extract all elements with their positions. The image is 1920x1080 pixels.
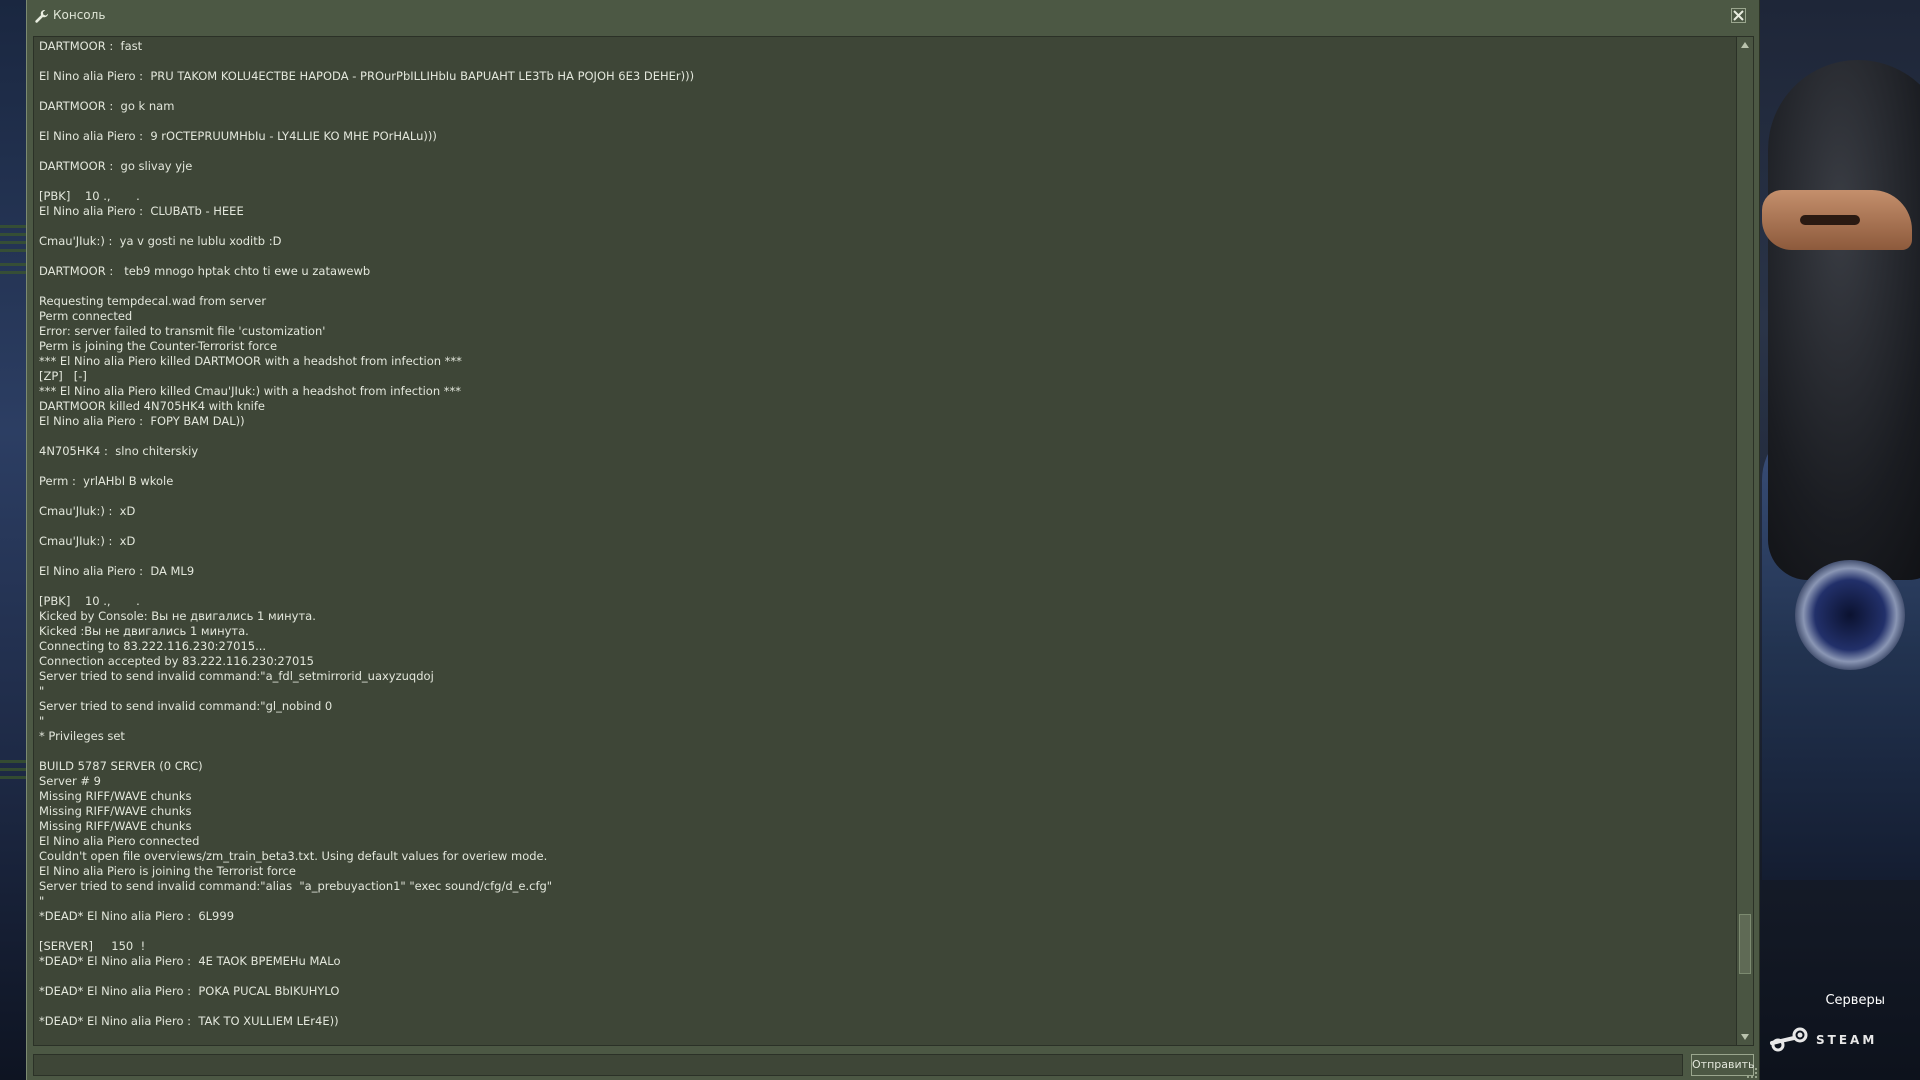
log-line: Kicked by Console: Вы не двигались 1 мин…: [39, 609, 316, 623]
steam-logo: STEAM: [1768, 1025, 1918, 1055]
log-line: ": [39, 714, 45, 728]
window-title: Консоль: [53, 8, 106, 22]
title-bar[interactable]: Консоль: [27, 0, 1759, 33]
command-input-box[interactable]: [33, 1054, 1683, 1076]
log-line: Cmau'JIuk:) : ya v gosti ne lublu xoditb…: [39, 234, 282, 248]
log-line: Cmau'JIuk:) : xD: [39, 534, 136, 548]
scrollbar[interactable]: [1736, 36, 1754, 1046]
close-button[interactable]: [1731, 8, 1746, 23]
log-line: DARTMOOR killed 4N705HK4 with knife: [39, 399, 265, 413]
log-line: *** El Nino alia Piero killed Cmau'JIuk:…: [39, 384, 462, 398]
shoulder-patch-art: [1795, 560, 1905, 670]
log-line: Cmau'JIuk:) : xD: [39, 504, 136, 518]
log-line: El Nino alia Piero : FOPY BAM DAL)): [39, 414, 245, 428]
resize-grip[interactable]: [1747, 1068, 1757, 1078]
console-log[interactable]: DARTMOOR : fast El Nino alia Piero : PRU …: [33, 36, 1736, 1046]
background-left: [0, 0, 26, 1080]
log-line: Connecting to 83.222.116.230:27015...: [39, 639, 267, 653]
console-window: Консоль DARTMOOR : fast El Nino alia Pier…: [26, 0, 1760, 1080]
log-line: [SERVER] 150 !: [39, 939, 146, 953]
log-line: 4N705HK4 : slno chiterskiy: [39, 444, 199, 458]
log-line: Couldn't open file overviews/zm_train_be…: [39, 849, 548, 863]
log-line: *DEAD* El Nino alia Piero : 4E TAOK BPEM…: [39, 954, 341, 968]
log-line: *** El Nino alia Piero killed DARTMOOR w…: [39, 354, 462, 368]
log-line: DARTMOOR : fast: [39, 39, 143, 53]
log-line: BUILD 5787 SERVER (0 CRC): [39, 759, 203, 773]
log-line: Perm : yrlAHbI B wkole: [39, 474, 174, 488]
log-line: El Nino alia Piero : DA ML9: [39, 564, 195, 578]
log-line: Perm is joining the Counter-Terrorist fo…: [39, 339, 278, 353]
scroll-thumb[interactable]: [1739, 914, 1751, 975]
log-line: *DEAD* El Nino alia Piero : TAK TO XULLI…: [39, 1014, 339, 1028]
steam-logo-icon: [1770, 1027, 1808, 1052]
log-line: *DEAD* El Nino alia Piero : POKA PUCAL B…: [39, 984, 340, 998]
log-line: ": [39, 684, 45, 698]
log-line: Perm connected: [39, 309, 133, 323]
arrow-up-icon: [1741, 42, 1749, 48]
log-line: Missing RIFF/WAVE chunks: [39, 819, 192, 833]
log-line: El Nino alia Piero : PRU TAKOM KOLU4ECTB…: [39, 69, 695, 83]
log-line: Server tried to send invalid command:"a_…: [39, 669, 434, 683]
soldier-eye-art: [1800, 215, 1860, 225]
log-line: El Nino alia Piero : 9 rOCTEPRUUMHbIu - …: [39, 129, 437, 143]
log-line: ": [39, 894, 45, 908]
log-line: DARTMOOR : teb9 mnogo hptak chto ti ewe …: [39, 264, 371, 278]
log-line: El Nino alia Piero connected: [39, 834, 200, 848]
submit-button[interactable]: Отправить: [1691, 1054, 1755, 1076]
command-input[interactable]: [34, 1056, 1682, 1076]
log-line: Requesting tempdecal.wad from server: [39, 294, 267, 308]
log-line: Server # 9: [39, 774, 101, 788]
log-line: [ZP] [-]: [39, 369, 87, 383]
close-icon: [1733, 10, 1744, 21]
screen: Серверы STEAM Консоль DARTMOOR : fast El …: [0, 0, 1920, 1080]
arrow-down-icon: [1741, 1034, 1749, 1040]
log-line: Connection accepted by 83.222.116.230:27…: [39, 654, 315, 668]
log-line: Missing RIFF/WAVE chunks: [39, 804, 192, 818]
log-line: Missing RIFF/WAVE chunks: [39, 789, 192, 803]
wrench-icon: [35, 9, 49, 23]
scroll-down-button[interactable]: [1738, 1030, 1752, 1044]
log-line: *DEAD* El Nino alia Piero : 6L999: [39, 909, 235, 923]
console-log-lines: DARTMOOR : fast El Nino alia Piero : PRU …: [39, 39, 1729, 1044]
log-line: [PBK] 10 ., .: [39, 189, 140, 203]
log-line: [PBK] 10 ., .: [39, 594, 140, 608]
scroll-up-button[interactable]: [1738, 38, 1752, 52]
log-line: El Nino alia Piero is joining the Terror…: [39, 864, 296, 878]
soldier-mask-art: [1768, 60, 1920, 580]
log-line: Kicked :Вы не двигались 1 минута.: [39, 624, 249, 638]
log-line: Error: server failed to transmit file 'c…: [39, 324, 326, 338]
log-line: Server tried to send invalid command:"al…: [39, 879, 553, 893]
log-line: * Privileges set: [39, 729, 125, 743]
log-line: DARTMOOR : go k nam: [39, 99, 175, 113]
steam-label: STEAM: [1816, 1033, 1878, 1047]
log-line: El Nino alia Piero : CLUBATb - HEEE: [39, 204, 244, 218]
log-line: Server tried to send invalid command:"gl…: [39, 699, 333, 713]
servers-link[interactable]: Серверы: [1825, 993, 1885, 1008]
log-line: DARTMOOR : go slivay yje: [39, 159, 193, 173]
